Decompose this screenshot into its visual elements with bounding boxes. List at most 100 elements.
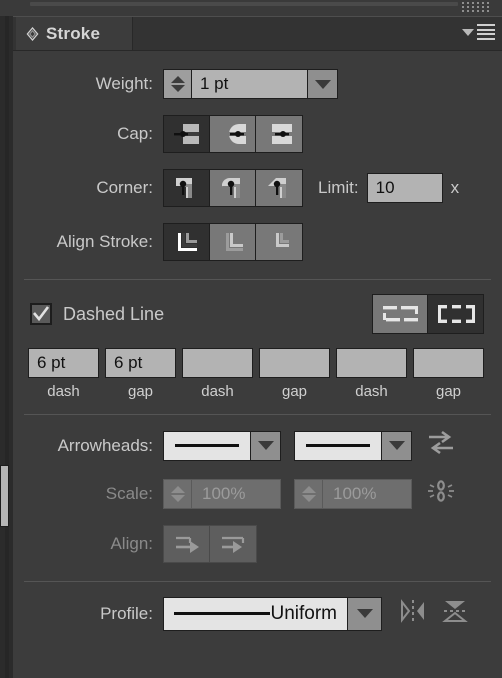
corner-bevel-button[interactable]: [256, 170, 302, 206]
scale-end-control: 100%: [294, 478, 412, 509]
stepper-down-icon[interactable]: [301, 494, 316, 502]
align-stroke-outside-icon: [276, 233, 289, 247]
dash-align-button-group: [372, 294, 484, 334]
cap-butt-button[interactable]: [164, 116, 210, 152]
grip-dots-icon[interactable]: [462, 2, 496, 13]
place-arrow-tip-button[interactable]: [210, 526, 256, 562]
dash-input-2[interactable]: [182, 348, 253, 378]
limit-unit-label: x: [450, 178, 460, 197]
chevron-down-icon: [257, 441, 274, 450]
panel-dock-handle[interactable]: [0, 465, 9, 527]
extend-arrow-tip-beyond-path-end-icon: [175, 536, 199, 553]
flip-along-button[interactable]: [397, 596, 429, 631]
arrowhead-end-dropdown[interactable]: [382, 430, 412, 461]
align-dashes-to-corners-icon: [437, 305, 475, 323]
rail-shadow: [5, 16, 9, 678]
dash-field-group-4: gap: [259, 348, 330, 400]
scale-end-input[interactable]: 100%: [322, 478, 412, 509]
profile-value-label: Uniform: [270, 602, 337, 624]
arrowhead-start-value[interactable]: [163, 430, 251, 461]
dash-input-1[interactable]: 6 pt: [28, 348, 99, 378]
scale-end-stepper[interactable]: [294, 478, 322, 509]
dashed-line-checkbox[interactable]: [30, 303, 52, 325]
arrowhead-end-value[interactable]: [294, 430, 382, 461]
bevel-join-icon: [268, 178, 286, 198]
gap-input-1[interactable]: 6 pt: [105, 348, 176, 378]
stroke-panel: Stroke Weight: 1 pt Cap: Corner: Limit: …: [13, 16, 502, 678]
link-scales-button[interactable]: [426, 476, 456, 511]
place-arrow-tip-at-path-end-icon: [222, 536, 245, 553]
divider-3: [24, 581, 491, 582]
stepper-up-icon[interactable]: [170, 485, 185, 493]
swap-arrowheads-button[interactable]: [426, 429, 456, 462]
miter-join-icon: [175, 178, 192, 198]
weight-label: Weight:: [95, 74, 153, 93]
stepper-down-icon[interactable]: [170, 85, 185, 92]
scale-row: Scale: 100% 100%: [13, 476, 502, 511]
preserve-exact-dash-gap-lengths-icon: [383, 306, 418, 322]
align-stroke-outside-button[interactable]: [256, 224, 302, 260]
extend-arrow-tip-button[interactable]: [164, 526, 210, 562]
dash-input-3[interactable]: [336, 348, 407, 378]
align-dashes-to-corners-button[interactable]: [428, 295, 483, 333]
checkmark-icon: [33, 306, 50, 322]
scale-label: Scale:: [105, 483, 153, 503]
align-stroke-inside-icon: [225, 233, 243, 251]
limit-input[interactable]: 10: [366, 173, 443, 203]
none-line-icon: [175, 444, 239, 447]
profile-label: Profile:: [100, 603, 153, 623]
align-stroke-inside-button[interactable]: [210, 224, 256, 260]
dashed-line-label: Dashed Line: [63, 303, 165, 324]
profile-value[interactable]: Uniform: [163, 596, 348, 631]
profile-dropdown-button[interactable]: [348, 596, 382, 631]
gap-caption-1: gap: [127, 383, 154, 400]
scale-start-input[interactable]: 100%: [191, 478, 281, 509]
tab-stroke[interactable]: Stroke: [16, 17, 133, 50]
limit-label: Limit:: [318, 178, 359, 197]
chevron-down-icon: [388, 441, 405, 450]
divider-1: [24, 279, 491, 280]
arrowheads-label: Arrowheads:: [57, 435, 153, 455]
weight-stepper[interactable]: [163, 69, 191, 99]
chevron-down-icon: [314, 79, 331, 89]
stepper-down-icon[interactable]: [170, 494, 185, 502]
cap-projecting-button[interactable]: [256, 116, 302, 152]
weight-input[interactable]: 1 pt: [191, 69, 308, 99]
dash-caption-3: dash: [355, 383, 388, 400]
profile-row: Profile: Uniform: [13, 596, 502, 631]
flip-along-icon: [401, 599, 424, 623]
diamond-icon: [26, 26, 39, 41]
gap-input-2[interactable]: [259, 348, 330, 378]
stepper-up-icon[interactable]: [170, 76, 185, 83]
window-drag-bar[interactable]: [30, 2, 458, 6]
chevron-down-icon: [462, 28, 474, 36]
round-join-icon: [221, 177, 240, 198]
corner-round-button[interactable]: [210, 170, 256, 206]
preserve-dash-lengths-button[interactable]: [373, 295, 428, 333]
arrow-align-button-group: [163, 525, 257, 563]
tab-stroke-label: Stroke: [46, 23, 101, 43]
arrow-align-row: Align:: [13, 525, 502, 563]
window-top-strip: [0, 0, 502, 17]
flip-across-button[interactable]: [439, 596, 471, 631]
corner-miter-button[interactable]: [164, 170, 210, 206]
corner-button-group: [163, 169, 303, 207]
scale-start-stepper[interactable]: [163, 478, 191, 509]
dash-field-group-5: dash: [336, 348, 407, 400]
stepper-up-icon[interactable]: [301, 485, 316, 493]
stroke-panel-window: Stroke Weight: 1 pt Cap: Corner: Limit: …: [0, 0, 502, 678]
panel-menu-icon: [477, 24, 495, 40]
weight-dropdown-button[interactable]: [308, 69, 338, 99]
arrowhead-start-dropdown[interactable]: [251, 430, 281, 461]
cap-button-group: [163, 115, 303, 153]
arrowhead-end-control: [294, 430, 412, 461]
swap-arrowheads-icon: [429, 430, 453, 455]
dash-field-group-6: gap: [413, 348, 484, 400]
panel-left-rail: [0, 16, 14, 678]
panel-tabbar: Stroke: [13, 17, 502, 51]
cap-round-button[interactable]: [210, 116, 256, 152]
panel-menu-button[interactable]: [462, 24, 495, 40]
gap-input-3[interactable]: [413, 348, 484, 378]
cap-row: Cap:: [13, 115, 502, 153]
align-stroke-center-button[interactable]: [164, 224, 210, 260]
